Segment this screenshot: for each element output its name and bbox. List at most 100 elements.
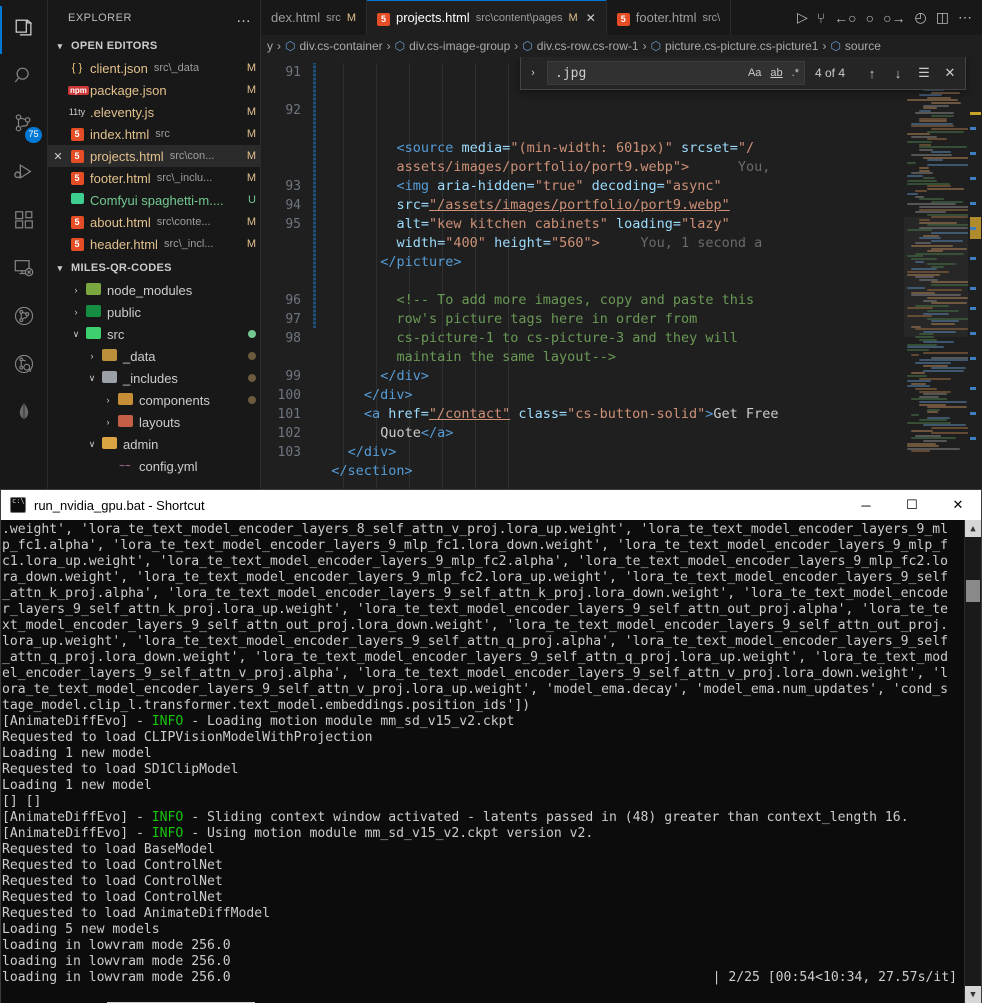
open-editor-item[interactable]: 5 about.html src\conte... M (48, 211, 260, 233)
tree-item-admin[interactable]: ∨ admin (48, 433, 260, 455)
symbol-cube-icon: ⬡ (394, 39, 406, 53)
chevron-right-icon[interactable]: › (68, 285, 84, 295)
scroll-up-arrow[interactable]: ▲ (965, 520, 981, 537)
activity-item-gitlens[interactable] (0, 342, 48, 390)
activity-item-run-and-debug[interactable] (0, 150, 48, 198)
terminal-line: tage_model.clip_l.transformer.text_model… (2, 698, 531, 713)
go-forward-button[interactable]: ○→ (883, 10, 905, 26)
open-editor-item[interactable]: Comfyui spaghetti-m.... U (48, 189, 260, 211)
activity-item-git-graph[interactable] (0, 294, 48, 342)
dirty-indicator (248, 352, 256, 360)
tree-item-public[interactable]: › public (48, 301, 260, 323)
sidebar-more-actions-button[interactable]: … (236, 9, 252, 26)
open-editor-path: src (155, 128, 170, 140)
open-editor-path: src\_inclu... (156, 172, 213, 184)
chevron-right-icon[interactable]: › (84, 351, 100, 361)
tree-item-label: config.yml (139, 458, 198, 474)
open-editor-item[interactable]: 5 header.html src\_incl... M (48, 233, 260, 255)
editor-tab-projectshtml[interactable]: 5 projects.html src\content\pages M ✕ (366, 0, 607, 35)
close-button[interactable]: ✕ (935, 490, 981, 520)
breadcrumb-item[interactable]: ⬡ div.cs-row.cs-row-1 (522, 39, 638, 53)
scroll-down-arrow[interactable]: ▼ (965, 986, 981, 1003)
editor-tab-footerhtml[interactable]: 5 footer.html src\ (606, 0, 732, 35)
activity-item-source-control[interactable]: 75 (0, 102, 48, 150)
tree-item-layouts[interactable]: › layouts (48, 411, 260, 433)
find-close-button[interactable]: ✕ (939, 65, 961, 81)
editor-tab-dexhtml[interactable]: dex.html src M (261, 0, 367, 35)
open-editor-item[interactable]: 11ty .eleventy.js M (48, 101, 260, 123)
section-open-editors[interactable]: ▾ OPEN EDITORS (48, 35, 260, 57)
split-editor-button[interactable]: ◫ (936, 9, 949, 26)
breadcrumb-item[interactable]: ⬡ source (830, 39, 881, 53)
chevron-down-icon[interactable]: ∨ (68, 329, 84, 340)
terminal-scrollbar[interactable]: ▲ ▼ (964, 520, 981, 1003)
line-number: 103 (277, 445, 301, 460)
match-case-icon[interactable]: Aa (747, 67, 762, 79)
scroll-thumb[interactable] (966, 580, 980, 602)
open-editor-item[interactable]: ✕ 5 projects.html src\con... M (48, 145, 260, 167)
find-next-button[interactable]: ↓ (887, 66, 909, 81)
circle-button[interactable]: ○ (866, 10, 874, 26)
tree-item-_includes[interactable]: ∨ _includes (48, 367, 260, 389)
terminal-output[interactable]: .weight', 'lora_te_text_model_encoder_la… (1, 520, 981, 1003)
activity-item-remote-explorer[interactable] (0, 246, 48, 294)
terminal-line: Requested to load ControlNet (2, 890, 223, 905)
minimap-row (907, 349, 930, 351)
chevron-right-icon[interactable]: › (100, 417, 116, 427)
use-regex-icon[interactable]: .* (791, 67, 800, 79)
find-widget[interactable]: › .jpg Aa ab .* 4 of 4 ↑ ↓ ☰ ✕ (520, 57, 966, 90)
terminal-title-bar[interactable]: run_nvidia_gpu.bat - Shortcut ─ ☐ ✕ (1, 490, 981, 520)
breadcrumb-item[interactable]: ⬡ div.cs-container (285, 39, 383, 53)
open-editor-item[interactable]: 5 footer.html src\_inclu... M (48, 167, 260, 189)
history-button[interactable]: ◴ (915, 9, 927, 26)
tab-close-icon[interactable]: ✕ (586, 11, 596, 25)
tree-item-_data[interactable]: › _data (48, 345, 260, 367)
go-back-button[interactable]: ←○ (834, 10, 856, 26)
activity-item-explorer[interactable] (0, 6, 48, 54)
chevron-right-icon[interactable]: › (100, 395, 116, 405)
breadcrumb-item[interactable]: y (267, 39, 273, 53)
toggle-replace-button[interactable]: › (523, 67, 543, 79)
breadcrumb-item[interactable]: ⬡ div.cs-image-group (395, 39, 511, 53)
whole-word-icon[interactable]: ab (769, 67, 783, 79)
find-in-selection-button[interactable]: ☰ (913, 65, 935, 81)
chevron-right-icon[interactable]: › (68, 307, 84, 317)
activity-item-extensions[interactable] (0, 198, 48, 246)
git-graph-icon (13, 305, 35, 332)
activity-item-search[interactable] (0, 54, 48, 102)
minimap-row (907, 180, 937, 182)
minimap-row (927, 185, 951, 188)
symbol-cube-icon: ⬡ (522, 39, 533, 53)
run-or-preview-button[interactable]: ▷ (797, 9, 808, 26)
tab-path: src\ (702, 11, 721, 24)
minimize-button[interactable]: ─ (843, 490, 889, 520)
workspace-label: MILES-QR-CODES (71, 262, 172, 274)
source-control-compare-button[interactable]: ⑂ (817, 10, 825, 26)
chevron-down-icon[interactable]: ∨ (84, 439, 100, 450)
chevron-down-icon[interactable]: ∨ (84, 373, 100, 384)
section-workspace[interactable]: ▾ MILES-QR-CODES (48, 257, 260, 279)
tree-item-components[interactable]: › components (48, 389, 260, 411)
tree-item-node_modules[interactable]: › node_modules (48, 279, 260, 301)
find-previous-button[interactable]: ↑ (861, 66, 883, 81)
terminal-line: loading in lowvram mode 256.0 (2, 938, 231, 953)
minimap-row (911, 154, 952, 156)
terminal-title-label: run_nvidia_gpu.bat - Shortcut (34, 497, 205, 513)
more-actions-button[interactable]: ⋯ (958, 9, 972, 26)
activity-item-mongodb[interactable] (0, 390, 48, 438)
code-line: </div> (380, 368, 429, 384)
code-line: </div> (363, 387, 413, 403)
breadcrumb-item[interactable]: ⬡ picture.cs-picture.cs-picture1 (651, 39, 819, 53)
tree-item-src[interactable]: ∨ src (48, 323, 260, 345)
open-editor-item[interactable]: { } client.json src\_data M (48, 57, 260, 79)
breadcrumb-label: picture.cs-picture.cs-picture1 (665, 39, 819, 53)
minimap-row (907, 286, 925, 289)
open-editor-item[interactable]: npm package.json M (48, 79, 260, 101)
tab-label: projects.html (395, 10, 470, 25)
maximize-button[interactable]: ☐ (889, 490, 935, 520)
find-input[interactable]: .jpg Aa ab .* (547, 61, 805, 85)
close-icon[interactable]: ✕ (48, 150, 68, 163)
tree-item-configyml[interactable]: ~~ config.yml (48, 455, 260, 477)
open-editor-item[interactable]: 5 index.html src M (48, 123, 260, 145)
